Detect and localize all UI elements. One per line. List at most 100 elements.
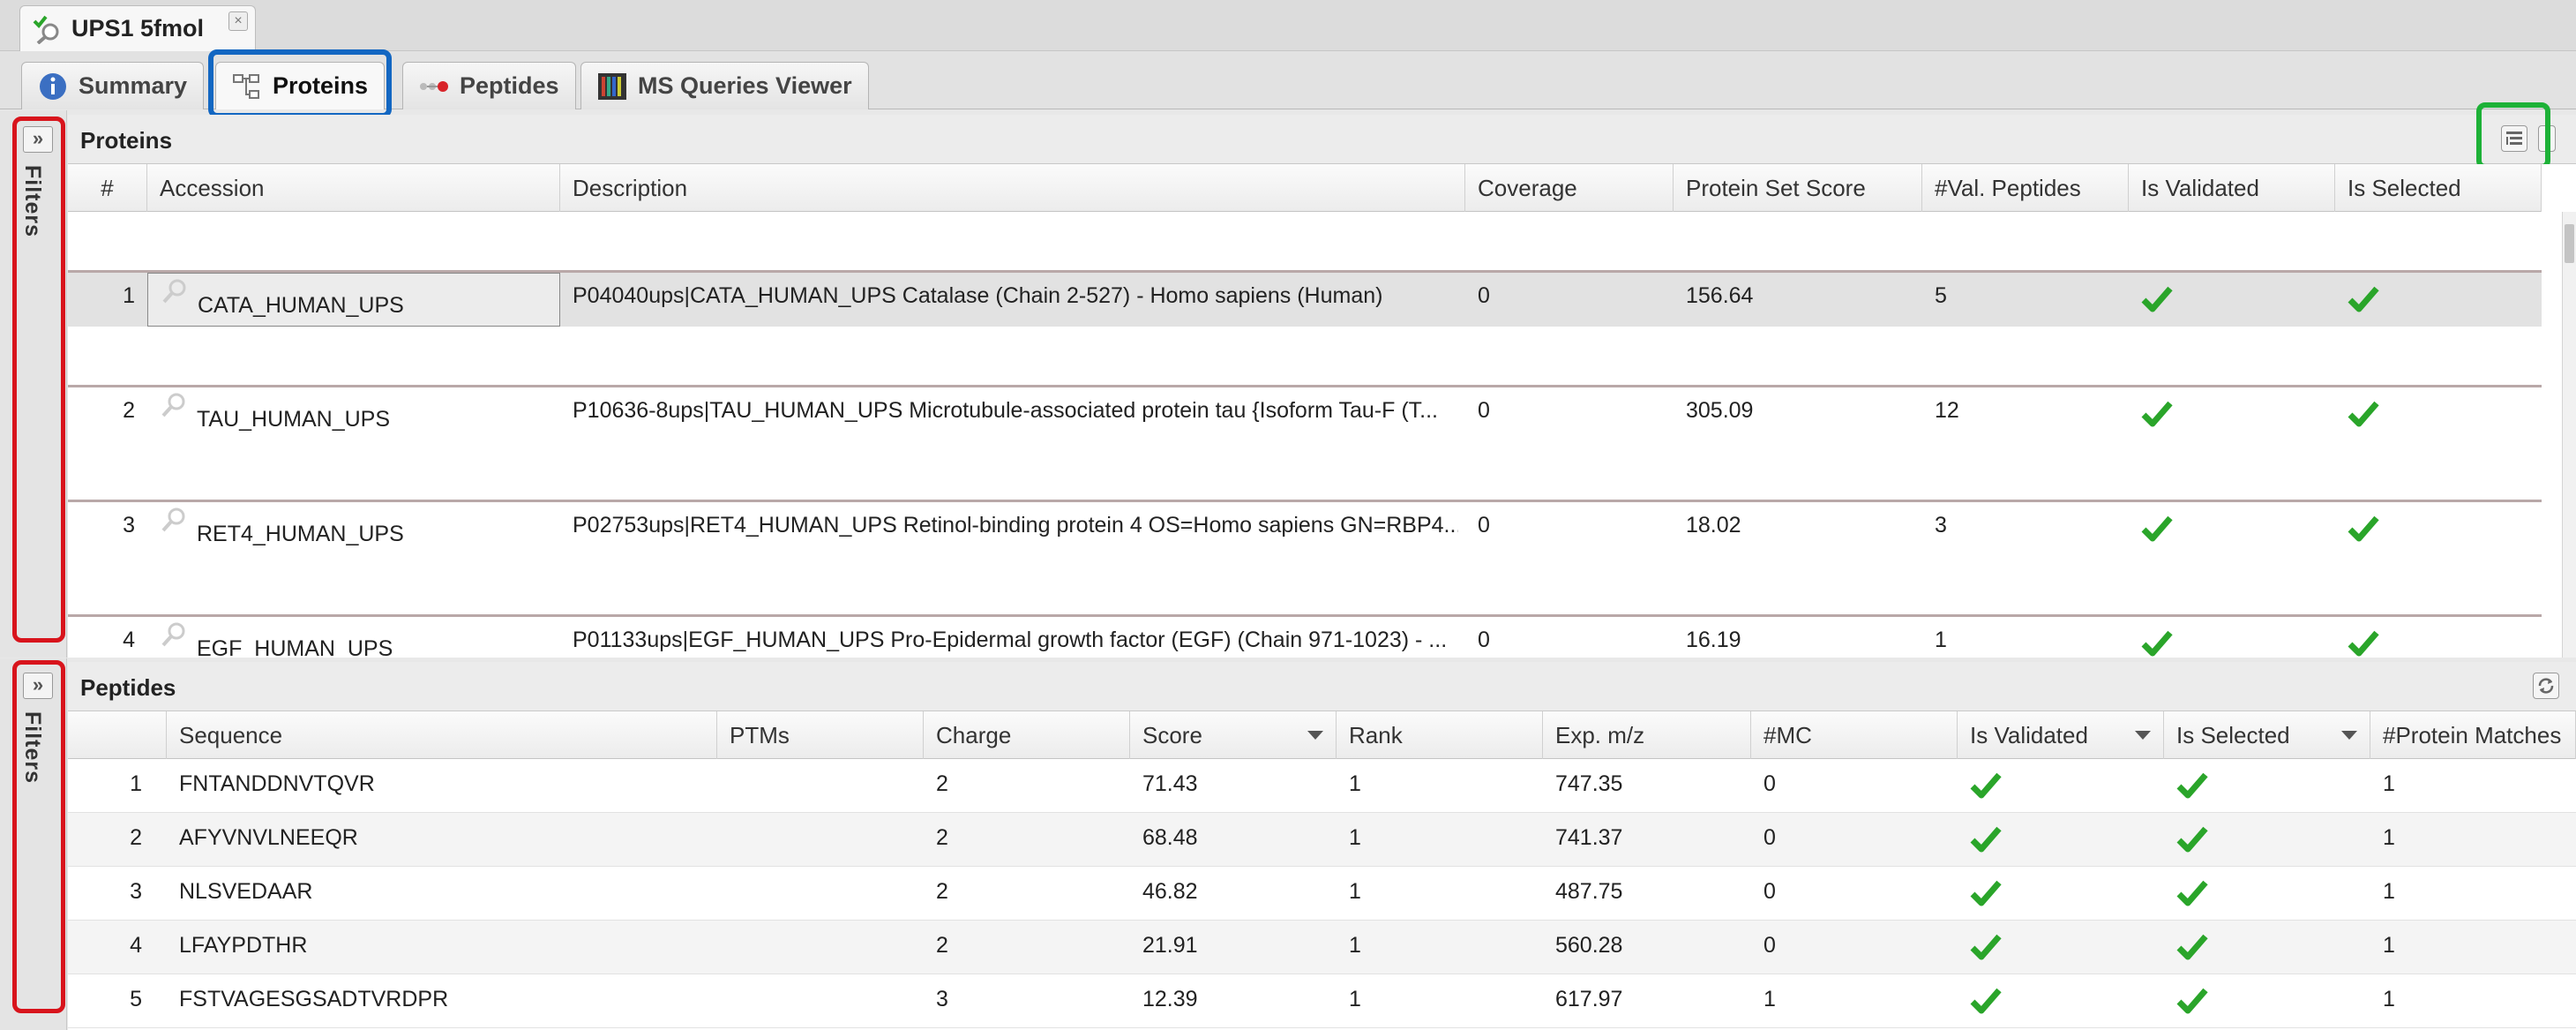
peptide-mc: 0 xyxy=(1764,879,1776,904)
protein-set-score: 156.64 xyxy=(1686,283,1754,308)
col-number[interactable]: # xyxy=(68,164,147,212)
search-icon[interactable] xyxy=(160,620,188,649)
tab-proteins-label: Proteins xyxy=(273,72,369,99)
protein-row-spacer xyxy=(68,212,2542,270)
validated-check-icon xyxy=(1970,826,2002,853)
col-mc[interactable]: #MC xyxy=(1751,711,1958,759)
proteins-filter-strip[interactable]: » Filters xyxy=(0,110,67,658)
peptide-row-number: 1 xyxy=(130,771,142,796)
protein-row[interactable]: 3 RET4_HUMAN_UPS P02753ups|RET4_HUMAN_UPS … xyxy=(68,500,2542,556)
sort-desc-icon[interactable] xyxy=(1307,731,1323,740)
document-title: UPS1 5fmol xyxy=(71,15,205,41)
close-icon[interactable]: × xyxy=(228,11,248,31)
protein-row[interactable]: 4 EGF_HUMAN_UPS P01133ups|EGF_HUMAN_UPS Pr… xyxy=(68,614,2542,658)
peptide-mc: 0 xyxy=(1764,771,1776,796)
col-row-number[interactable] xyxy=(68,711,167,759)
accession-cell[interactable]: RET4_HUMAN_UPS xyxy=(147,502,560,556)
peptide-row[interactable]: 5 FSTVAGESGSADTVRDPR 3 12.39 1 617.97 1 1 xyxy=(68,974,2576,1028)
protein-coverage: 0 xyxy=(1478,398,1490,423)
peptide-row[interactable]: 2 AFYVNVLNEEQR 2 68.48 1 741.37 0 1 xyxy=(68,813,2576,867)
peptide-rank: 1 xyxy=(1349,933,1361,958)
filter-dropdown-icon[interactable] xyxy=(2135,731,2151,740)
tab-ms-queries-viewer[interactable]: MS Queries Viewer xyxy=(580,62,869,109)
col-is-validated[interactable]: Is Validated xyxy=(2129,164,2335,212)
peptide-protein-matches: 1 xyxy=(2383,933,2395,958)
tab-ms-queries-label: MS Queries Viewer xyxy=(638,72,852,99)
peptide-row[interactable]: 3 NLSVEDAAR 2 46.82 1 487.75 0 1 xyxy=(68,867,2576,921)
protein-coverage: 0 xyxy=(1478,628,1490,652)
peptide-row-number: 4 xyxy=(130,933,142,958)
tab-peptides-label: Peptides xyxy=(460,72,559,99)
peptide-row-number: 3 xyxy=(130,879,142,904)
peptide-row[interactable]: 4 LFAYPDTHR 2 21.91 1 560.28 0 1 xyxy=(68,921,2576,974)
protein-row-spacer xyxy=(68,441,2542,500)
selected-check-icon xyxy=(2176,934,2208,960)
col-is-validated[interactable]: Is Validated xyxy=(1958,711,2164,759)
peptide-charge: 2 xyxy=(936,825,948,850)
col-protein-matches[interactable]: #Protein Matches xyxy=(2370,711,2576,759)
list-settings-icon xyxy=(2506,132,2522,145)
peptide-exp-mz: 617.97 xyxy=(1555,987,1623,1011)
peptide-sequence: FNTANDDNVTQVR xyxy=(179,771,375,796)
expand-filters-icon[interactable]: » xyxy=(23,126,53,153)
tab-peptides[interactable]: Peptides xyxy=(402,62,576,109)
accession-cell[interactable]: EGF_HUMAN_UPS xyxy=(147,617,560,658)
protein-description: P04040ups|CATA_HUMAN_UPS Catalase (Chain… xyxy=(573,283,1383,308)
col-charge[interactable]: Charge xyxy=(924,711,1130,759)
proteins-scrollbar[interactable] xyxy=(2562,212,2576,658)
document-tab[interactable]: UPS1 5fmol × xyxy=(19,5,256,51)
accession-cell[interactable]: TAU_HUMAN_UPS xyxy=(147,387,560,441)
peptides-filter-strip[interactable]: » Filters xyxy=(0,658,67,1030)
tab-proteins[interactable]: Proteins xyxy=(215,62,386,109)
refresh-icon[interactable] xyxy=(2533,673,2559,699)
peptide-protein-matches: 1 xyxy=(2383,879,2395,904)
peptide-mc: 0 xyxy=(1764,933,1776,958)
col-coverage[interactable]: Coverage xyxy=(1465,164,1674,212)
protein-row-number: 4 xyxy=(123,628,135,652)
protein-val-peptides: 1 xyxy=(1935,628,1947,652)
search-icon[interactable] xyxy=(160,506,188,534)
protein-set-score: 16.19 xyxy=(1686,628,1741,652)
col-rank[interactable]: Rank xyxy=(1337,711,1543,759)
peptide-sequence: FSTVAGESGSADTVRDPR xyxy=(179,987,449,1011)
col-exp-mz[interactable]: Exp. m/z xyxy=(1543,711,1751,759)
validated-check-icon xyxy=(1970,880,2002,906)
protein-set-score: 305.09 xyxy=(1686,398,1754,423)
tree-icon xyxy=(233,73,259,99)
protein-row[interactable]: 1 CATA_HUMAN_UPS P04040ups|CATA_HUMAN_UPS … xyxy=(68,270,2542,327)
protein-coverage: 0 xyxy=(1478,513,1490,538)
expand-filters-icon[interactable]: » xyxy=(23,673,53,699)
peptide-protein-matches: 1 xyxy=(2383,987,2395,1011)
filters-label[interactable]: Filters xyxy=(19,165,45,237)
col-description[interactable]: Description xyxy=(560,164,1465,212)
col-is-validated-label: Is Validated xyxy=(1970,722,2088,748)
info-icon xyxy=(40,72,66,100)
col-is-selected[interactable]: Is Selected xyxy=(2164,711,2370,759)
protein-row[interactable]: 2 TAU_HUMAN_UPS P10636-8ups|TAU_HUMAN_UPS … xyxy=(68,385,2542,441)
col-ptms[interactable]: PTMs xyxy=(717,711,924,759)
filters-label[interactable]: Filters xyxy=(19,711,45,784)
peptide-protein-matches: 1 xyxy=(2383,825,2395,850)
col-accession[interactable]: Accession xyxy=(147,164,560,212)
filter-dropdown-icon[interactable] xyxy=(2341,731,2357,740)
col-sequence[interactable]: Sequence xyxy=(167,711,717,759)
tab-summary-label: Summary xyxy=(79,72,188,99)
peptide-protein-matches: 1 xyxy=(2383,771,2395,796)
proteins-scrollbar-thumb[interactable] xyxy=(2565,224,2574,263)
tab-summary[interactable]: Summary xyxy=(21,62,205,109)
accession-cell[interactable]: CATA_HUMAN_UPS xyxy=(147,273,560,327)
col-score[interactable]: Score xyxy=(1130,711,1337,759)
column-settings-icon[interactable] xyxy=(2501,125,2527,152)
refresh-icon[interactable] xyxy=(2538,125,2556,152)
col-is-selected[interactable]: Is Selected xyxy=(2335,164,2542,212)
col-val-peptides[interactable]: #Val. Peptides xyxy=(1922,164,2129,212)
protein-accession: RET4_HUMAN_UPS xyxy=(197,522,404,546)
selected-check-icon xyxy=(2348,630,2379,657)
peptide-row[interactable]: 1 FNTANDDNVTQVR 2 71.43 1 747.35 0 1 xyxy=(68,759,2576,813)
peptide-sequence: LFAYPDTHR xyxy=(179,933,308,958)
col-protein-set-score[interactable]: Protein Set Score xyxy=(1674,164,1922,212)
refresh-arrows-icon xyxy=(2538,678,2554,694)
selected-check-icon xyxy=(2176,826,2208,853)
search-icon[interactable] xyxy=(161,277,189,305)
search-icon[interactable] xyxy=(160,391,188,419)
